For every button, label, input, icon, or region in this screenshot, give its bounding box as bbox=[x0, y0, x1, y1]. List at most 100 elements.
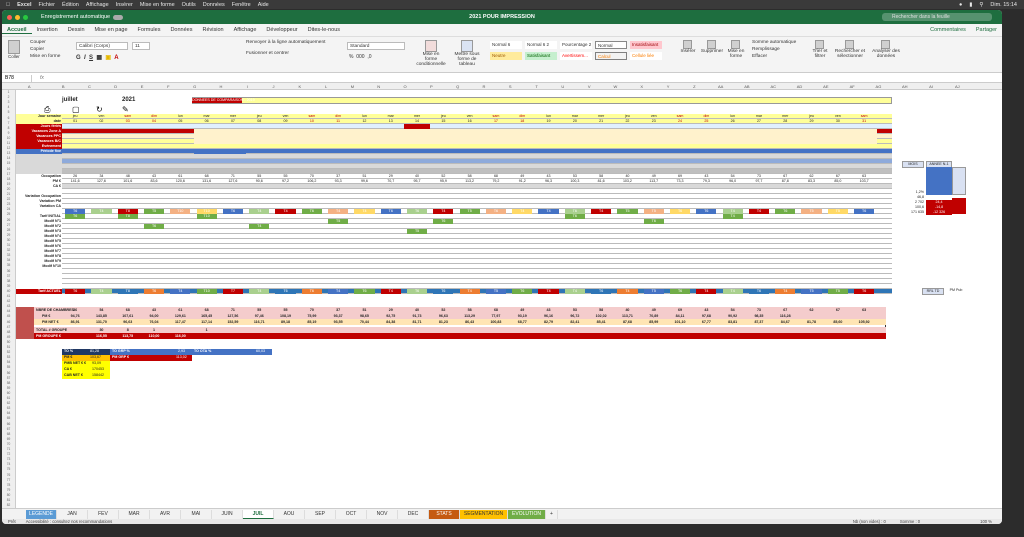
sheet-tab-aou[interactable]: AOU bbox=[274, 509, 305, 519]
edit-icon[interactable]: ✎ bbox=[122, 105, 129, 114]
column-header[interactable]: T bbox=[523, 83, 549, 90]
tarif-initial-cell[interactable]: T6 bbox=[669, 209, 691, 214]
tarif-initial-cell[interactable]: T5 bbox=[143, 209, 165, 214]
tarif-actuel-cell[interactable]: T4 bbox=[564, 289, 585, 294]
menu-fenetre[interactable]: Fenêtre bbox=[232, 2, 251, 8]
column-header[interactable]: Z bbox=[681, 83, 707, 90]
analyze-data-button[interactable]: Analyser des données bbox=[870, 49, 902, 59]
wrap-text-button[interactable]: Renvoyer à la ligne automatiquement bbox=[246, 40, 325, 45]
style-satisfaisant[interactable]: Satisfaisant bbox=[525, 52, 557, 60]
tarif-actuel-cell[interactable]: T6 bbox=[406, 289, 428, 294]
menu-mise-en-forme[interactable]: Mise en forme bbox=[140, 2, 175, 8]
sheet-tab-sep[interactable]: SEP bbox=[305, 509, 336, 519]
tab-dites-le-nous[interactable]: Dites-le-nous bbox=[303, 27, 345, 33]
tarif-actuel-cell[interactable]: T5 bbox=[801, 289, 822, 294]
search-sheet-input[interactable]: Rechercher dans la feuille bbox=[882, 13, 992, 21]
tab-developpeur[interactable]: Développeur bbox=[261, 27, 302, 33]
tab-dessin[interactable]: Dessin bbox=[63, 27, 90, 33]
menu-donnees[interactable]: Données bbox=[203, 2, 225, 8]
tarif-actuel-cell[interactable]: T6 bbox=[512, 289, 533, 294]
tarif-actuel-cell[interactable]: T5 bbox=[643, 289, 664, 294]
tarif-actuel-cell[interactable]: T6 bbox=[301, 289, 322, 294]
column-header[interactable]: Y bbox=[655, 83, 681, 90]
sort-filter-button[interactable]: Trier et filtrer bbox=[808, 49, 832, 59]
style-normal-6[interactable]: Normal 6 bbox=[490, 41, 522, 49]
comments-button[interactable]: Commentaires bbox=[925, 27, 971, 33]
sheet-tab-oct[interactable]: OCT bbox=[336, 509, 367, 519]
tarif-actuel-cell[interactable]: T4 bbox=[328, 289, 349, 294]
tarif-initial-cell[interactable]: T4 bbox=[91, 209, 112, 214]
style-normal[interactable]: Normal bbox=[595, 41, 627, 49]
tarif-modif-cell[interactable]: T6 bbox=[564, 214, 585, 219]
tarif-initial-cell[interactable]: T4 bbox=[249, 209, 270, 214]
tarif-actuel-cell[interactable]: T6 bbox=[748, 289, 770, 294]
tarif-modif-cell[interactable]: T6 bbox=[643, 219, 664, 224]
tarif-modif-cell[interactable]: T6 bbox=[65, 214, 86, 219]
tarif-initial-cell[interactable]: T4 bbox=[512, 209, 533, 214]
sheet-tab-juin[interactable]: JUIN bbox=[212, 509, 243, 519]
tab-affichage[interactable]: Affichage bbox=[229, 27, 262, 33]
refresh-icon[interactable]: ↻ bbox=[96, 105, 103, 114]
share-button[interactable]: Partager bbox=[971, 27, 1002, 33]
tarif-initial-cell[interactable]: T6 bbox=[696, 209, 717, 214]
sheet-tab-nov[interactable]: NOV bbox=[367, 509, 398, 519]
autosave-switch[interactable] bbox=[113, 14, 124, 20]
tarif-initial-cell[interactable]: T5 bbox=[801, 209, 822, 214]
column-header[interactable]: D bbox=[103, 83, 129, 90]
column-header[interactable]: Q bbox=[445, 83, 471, 90]
tarif-actuel-cell[interactable]: T4 bbox=[249, 289, 270, 294]
tarif-modif-cell[interactable]: T8 bbox=[117, 214, 138, 219]
copy-button[interactable]: Copier bbox=[30, 47, 60, 52]
column-header[interactable]: AB bbox=[734, 83, 760, 90]
tarif-actuel-cell[interactable]: T5 bbox=[485, 289, 507, 294]
autosum-button[interactable]: Somme automatique bbox=[752, 40, 796, 45]
tarif-actuel-cell[interactable]: T5 bbox=[827, 289, 848, 294]
format-painter-button[interactable]: Mise en forme bbox=[30, 54, 60, 59]
clear-button[interactable]: Effacer bbox=[752, 54, 796, 59]
sheet-tab-segmentation[interactable]: SEGMENTATION bbox=[460, 509, 508, 519]
insert-icon[interactable] bbox=[683, 40, 692, 49]
bold-button[interactable]: G bbox=[76, 55, 81, 61]
column-header[interactable]: L bbox=[313, 83, 339, 90]
tarif-actuel-cell[interactable]: T8 bbox=[117, 289, 138, 294]
number-format-select[interactable]: Standard bbox=[347, 42, 405, 50]
tarif-actuel-cell[interactable]: T4 bbox=[380, 289, 401, 294]
tarif-initial-cell[interactable]: T6 bbox=[854, 209, 875, 214]
sheet-tab-mar[interactable]: MAR bbox=[119, 509, 150, 519]
wifi-icon[interactable]: ● bbox=[959, 2, 962, 8]
table-format-icon[interactable] bbox=[460, 40, 473, 52]
column-header[interactable]: AJ bbox=[944, 83, 970, 90]
column-header[interactable]: F bbox=[155, 83, 181, 90]
sheet-tab-evolution[interactable]: EVOLUTION bbox=[508, 509, 546, 519]
column-header[interactable]: H bbox=[208, 83, 234, 90]
delete-icon[interactable] bbox=[707, 40, 716, 49]
tarif-initial-cell[interactable]: T4 bbox=[328, 209, 349, 214]
tarif-actuel-cell[interactable]: T6 bbox=[143, 289, 165, 294]
tarif-initial-cell[interactable]: T5 bbox=[459, 209, 480, 214]
style-insatisfaisant[interactable]: Insatisfaisant bbox=[630, 41, 662, 49]
style-normal-6-2[interactable]: Normal 6 2 bbox=[525, 41, 557, 49]
name-box[interactable]: B78 bbox=[2, 74, 32, 82]
tarif-modif-cell[interactable]: T4 bbox=[722, 214, 743, 219]
menu-app-name[interactable]: Excel bbox=[17, 2, 31, 8]
tarif-initial-cell[interactable]: T10 bbox=[170, 209, 191, 214]
tarif-actuel-cell[interactable]: T6 bbox=[433, 289, 454, 294]
menu-outils[interactable]: Outils bbox=[182, 2, 196, 8]
tarif-actuel-cell[interactable]: T4 bbox=[775, 289, 796, 294]
tab-donnees[interactable]: Données bbox=[165, 27, 197, 33]
tarif-initial-cell[interactable]: T6 bbox=[222, 209, 244, 214]
analyze-icon[interactable] bbox=[881, 40, 890, 49]
column-header[interactable]: S bbox=[497, 83, 523, 90]
percent-button[interactable]: % bbox=[349, 54, 353, 60]
style-pourcentage-2[interactable]: Pourcentage 2 bbox=[560, 41, 592, 49]
tarif-actuel-cell[interactable]: T4 bbox=[459, 289, 480, 294]
tarif-actuel-cell[interactable]: T4 bbox=[617, 289, 638, 294]
fx-icon[interactable]: fx bbox=[40, 75, 44, 81]
cond-format-button[interactable]: Mise en forme conditionnelle bbox=[416, 52, 446, 67]
tarif-initial-cell[interactable]: T6 bbox=[380, 209, 401, 214]
column-header[interactable]: AA bbox=[708, 83, 734, 90]
column-header[interactable]: W bbox=[602, 83, 628, 90]
battery-icon[interactable]: ▮ bbox=[969, 2, 972, 8]
sort-icon[interactable] bbox=[815, 40, 824, 49]
autosave-toggle[interactable]: Enregistrement automatique bbox=[41, 14, 124, 20]
